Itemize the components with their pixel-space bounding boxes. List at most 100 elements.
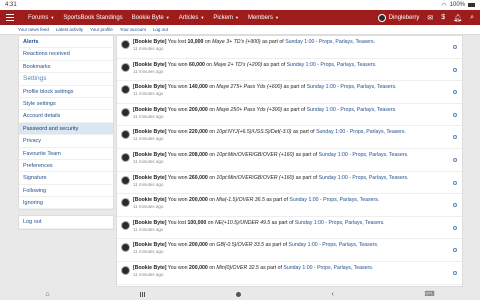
sidebar-item-style[interactable]: Style settings xyxy=(19,98,113,111)
alert-event-link[interactable]: Sunday 1:00 - Props, Parlays, Teasers. xyxy=(285,39,375,45)
alert-event-link[interactable]: Sunday 1:00 - Props, Parlays, Teasers. xyxy=(287,62,377,68)
nav-pickem[interactable]: Pickem ▼ xyxy=(213,15,239,21)
alert-event-link[interactable]: Sunday 1:00 - Props, Parlays, Teasers. xyxy=(319,175,409,181)
alert-event-link[interactable]: Sunday 1:00 - Props, Parlays, Teasers. xyxy=(289,242,379,248)
avatar xyxy=(121,243,130,253)
bell-icon[interactable]: 🔔︎ xyxy=(453,14,462,22)
alert-source[interactable]: [Bookie Byte] xyxy=(133,265,166,271)
alert-row[interactable]: [Bookie Byte] You won 200,000 on Maye 25… xyxy=(117,104,462,127)
subnav-your-profile[interactable]: Your profile xyxy=(90,27,113,32)
sidebar-item-team[interactable]: Favourite Team xyxy=(19,148,113,160)
sidebar-item-bookmarks[interactable]: Bookmarks xyxy=(19,61,113,74)
alert-row[interactable]: [Bookie Byte] You won 200,000 on Mia(-1.… xyxy=(117,194,462,217)
mark-read-icon[interactable] xyxy=(453,90,457,95)
alert-event-link[interactable]: Sunday 1:00 - Props, Parlays, Teasers. xyxy=(307,84,397,90)
nav-forums[interactable]: Forums ▼ xyxy=(28,15,54,21)
alert-pick: 10pt:NYJ(+6.5)/USS.5)/Det(-3.0) xyxy=(216,129,292,136)
alert-as-part-of: as part of xyxy=(260,264,282,271)
alert-pick: Maye 275+ Pass Yds (+600) xyxy=(216,84,283,91)
sidebar-item-profile-block[interactable]: Profile block settings xyxy=(19,86,113,98)
home-button-icon[interactable] xyxy=(235,291,241,297)
user-menu[interactable]: Dingleberry xyxy=(377,13,419,22)
alert-event-link[interactable]: Sunday 1:00 - Props, Parlays, Teasers. xyxy=(289,197,379,203)
sidebar-item-account[interactable]: Account details xyxy=(19,110,113,123)
alert-on: on xyxy=(209,129,215,136)
mark-read-icon[interactable] xyxy=(453,112,457,117)
sidebar-item-logout[interactable]: Log out xyxy=(19,216,113,229)
alert-source[interactable]: [Bookie Byte] xyxy=(133,39,166,45)
search-icon[interactable]: ⌕ xyxy=(470,14,474,22)
subnav-your-account[interactable]: Your account xyxy=(120,27,146,32)
mark-read-icon[interactable] xyxy=(453,67,457,72)
sidebar-item-following[interactable]: Following xyxy=(19,185,113,198)
mark-read-icon[interactable] xyxy=(453,203,457,208)
alert-amount: 260,000 xyxy=(188,174,208,181)
alert-amount: 200,000 xyxy=(188,197,208,204)
alert-row[interactable]: [Bookie Byte] You won 140,000 on Maye 27… xyxy=(117,81,462,104)
alert-event-link[interactable]: Sunday 1:00 - Props, Parlays, Teasers. xyxy=(316,129,406,135)
alert-source[interactable]: [Bookie Byte] xyxy=(133,129,166,135)
alert-as-part-of: as part of xyxy=(263,61,286,68)
alert-event-link[interactable]: Sunday 1:00 - Props, Parlays, Teasers. xyxy=(295,220,385,226)
alert-as-part-of: as part of xyxy=(266,197,288,204)
mark-read-icon[interactable] xyxy=(453,135,457,140)
alert-text: [Bookie Byte] You won 208,000 on 10pt:Mi… xyxy=(133,152,409,159)
sidebar-item-alerts[interactable]: Alerts xyxy=(19,36,113,49)
alert-row[interactable]: [Bookie Byte] You won 60,000 on Maye 2+ … xyxy=(117,59,462,82)
avatar xyxy=(121,107,130,117)
mark-read-icon[interactable] xyxy=(453,45,457,49)
alert-source[interactable]: [Bookie Byte] xyxy=(133,152,166,158)
mark-read-icon[interactable] xyxy=(453,248,457,253)
alert-source[interactable]: [Bookie Byte] xyxy=(133,197,166,203)
alert-event-link[interactable]: Sunday 1:00 - Props, Parlays, Teasers. xyxy=(283,265,373,271)
alert-source[interactable]: [Bookie Byte] xyxy=(133,220,166,226)
sidebar-item-signature[interactable]: Signature xyxy=(19,172,113,185)
subnav-news-feed[interactable]: Your news feed xyxy=(18,27,49,32)
battery-percent: 100% xyxy=(449,2,465,8)
dollar-icon[interactable]: $ xyxy=(441,14,445,21)
subnav-latest-activity[interactable]: Latest activity xyxy=(56,27,83,32)
nav-sportsbook-standings[interactable]: SportsBook Standings xyxy=(63,15,122,21)
subnav-log-out[interactable]: Log out xyxy=(153,27,168,32)
alert-row[interactable]: [Bookie Byte] You won 208,000 on 10pt:Mi… xyxy=(117,149,462,172)
sidebar-item-password[interactable]: Password and security xyxy=(19,122,113,136)
nav-articles[interactable]: Articles ▼ xyxy=(179,15,205,21)
nav-members[interactable]: Members ▼ xyxy=(248,15,279,21)
alert-source[interactable]: [Bookie Byte] xyxy=(133,107,166,113)
alert-source[interactable]: [Bookie Byte] xyxy=(133,175,166,181)
nav-bookie-byte[interactable]: Bookie Byte ▼ xyxy=(132,15,170,21)
alert-on: on xyxy=(209,242,215,249)
alert-on: on xyxy=(209,84,215,91)
alert-row[interactable]: [Bookie Byte] You won 200,000 on GB(-0.5… xyxy=(117,239,462,262)
hamburger-menu-icon[interactable] xyxy=(6,14,14,21)
account-sidebar: Alerts Reactions received Bookmarks Sett… xyxy=(18,35,114,235)
alert-source[interactable]: [Bookie Byte] xyxy=(133,62,166,68)
alert-source[interactable]: [Bookie Byte] xyxy=(133,242,166,248)
keyboard-icon[interactable]: ⌨ xyxy=(425,290,435,298)
sidebar-item-ignoring[interactable]: Ignoring xyxy=(19,197,113,210)
mark-read-icon[interactable] xyxy=(453,157,457,162)
inbox-icon[interactable]: ✉ xyxy=(427,14,433,22)
alert-row[interactable]: [Bookie Byte] You lost 100,000 on NE(+10… xyxy=(117,217,462,240)
alert-row[interactable]: [Bookie Byte] You lost 10,000 on Maye 3+… xyxy=(117,36,462,59)
alert-text: [Bookie Byte] You won 200,000 on Maye 25… xyxy=(133,107,397,114)
sidebar-item-reactions[interactable]: Reactions received xyxy=(19,48,113,61)
alert-event-link[interactable]: Sunday 1:00 - Props, Parlays, Teasers. xyxy=(319,152,409,158)
alert-text: [Bookie Byte] You won 200,000 on Mia(-1.… xyxy=(133,197,379,204)
alert-row[interactable]: [Bookie Byte] You won 260,000 on 10pt:Mi… xyxy=(117,172,462,195)
back-icon[interactable]: ‹ xyxy=(332,291,334,298)
alert-event-link[interactable]: Sunday 1:00 - Props, Parlays, Teasers. xyxy=(307,107,397,113)
home-icon[interactable]: ⌂ xyxy=(45,291,49,298)
alert-time: 11 minutes ago xyxy=(133,271,164,277)
sidebar-item-preferences[interactable]: Preferences xyxy=(19,160,113,173)
mark-read-icon[interactable] xyxy=(453,225,457,230)
mark-read-icon[interactable] xyxy=(453,180,457,185)
alert-result: You won xyxy=(167,129,188,136)
alert-row[interactable]: [Bookie Byte] You won 220,000 on 10pt:NY… xyxy=(117,126,462,149)
alert-row[interactable]: [Bookie Byte] You won 200,000 on Min(0)/… xyxy=(117,262,462,285)
recents-icon[interactable] xyxy=(140,291,146,297)
sidebar-item-privacy[interactable]: Privacy xyxy=(19,135,113,148)
alert-source[interactable]: [Bookie Byte] xyxy=(133,84,166,90)
mark-read-icon[interactable] xyxy=(453,270,457,275)
alert-amount: 60,000 xyxy=(188,61,205,68)
